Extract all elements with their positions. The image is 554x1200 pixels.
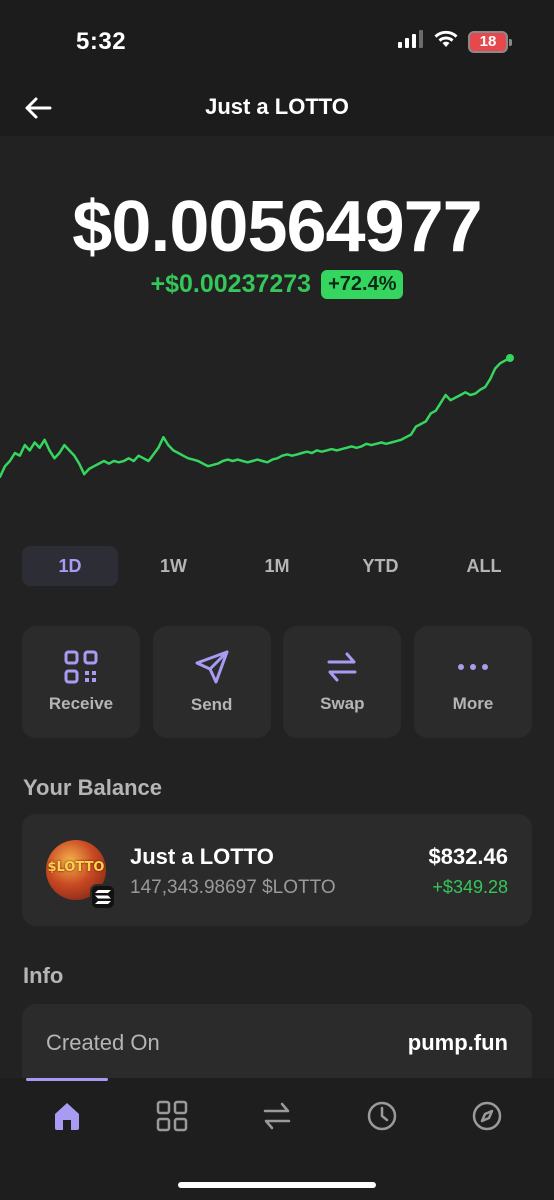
more-icon xyxy=(457,664,488,670)
battery-icon: 18 xyxy=(468,30,512,53)
range-tab-1m[interactable]: 1M xyxy=(229,546,325,586)
action-buttons: Receive Send Swap More xyxy=(22,626,532,738)
info-value[interactable]: pump.fun xyxy=(408,1030,508,1056)
clock-icon xyxy=(367,1101,397,1131)
price-change-badge: +72.4% xyxy=(321,270,404,299)
signal-icon xyxy=(398,30,424,53)
range-tab-1w[interactable]: 1W xyxy=(126,546,222,586)
token-name: Just a LOTTO xyxy=(130,844,274,869)
send-label: Send xyxy=(190,695,233,714)
swap-icon xyxy=(263,1102,291,1130)
solana-icon xyxy=(90,884,116,910)
token-value-change: +$349.28 xyxy=(432,877,508,897)
token-price: $0.00564977 xyxy=(72,187,482,267)
page-title: Just a LOTTO xyxy=(205,94,349,119)
price-chart-line xyxy=(0,356,512,479)
token-value: $832.46 xyxy=(428,844,508,869)
send-button[interactable]: Send xyxy=(152,626,271,738)
swap-button[interactable]: Swap xyxy=(283,626,402,738)
qr-code-icon xyxy=(64,650,98,684)
tab-home[interactable] xyxy=(37,1096,97,1136)
status-bar: 5:32 18 xyxy=(0,0,554,80)
send-icon xyxy=(195,650,229,684)
range-tab-ytd[interactable]: YTD xyxy=(333,546,429,586)
swap-label: Swap xyxy=(320,694,365,713)
wifi-icon xyxy=(434,30,458,53)
tab-activity[interactable] xyxy=(352,1096,412,1136)
home-indicator xyxy=(178,1182,376,1188)
price-change-value: +$0.00237273 xyxy=(150,270,312,298)
info-row-created-on: Created On pump.fun xyxy=(22,1004,532,1078)
status-time: 5:32 xyxy=(76,28,127,55)
price-chart[interactable] xyxy=(0,340,554,520)
compass-icon xyxy=(472,1101,502,1131)
price-change-row: +$0.00237273 +72.4% xyxy=(0,270,554,299)
tab-swap[interactable] xyxy=(247,1096,307,1136)
balance-section-title: Your Balance xyxy=(23,775,162,800)
more-button[interactable]: More xyxy=(413,626,532,738)
token-balance-row[interactable]: $LOTTO Just a LOTTO 147,343.98697 $LOTTO… xyxy=(22,814,532,926)
token-amount: 147,343.98697 $LOTTO xyxy=(130,877,336,898)
info-section-title: Info xyxy=(23,963,64,988)
range-tabs: 1D 1W 1M YTD ALL xyxy=(22,546,532,586)
token-avatar-text: $LOTTO xyxy=(47,860,105,875)
range-tab-all[interactable]: ALL xyxy=(436,546,532,586)
nav-bar: Just a LOTTO xyxy=(0,80,554,136)
receive-label: Receive xyxy=(48,694,114,713)
grid-icon xyxy=(156,1100,188,1132)
price-chart-endpoint xyxy=(506,354,514,362)
status-icons: 18 xyxy=(398,30,512,53)
home-icon xyxy=(55,1103,79,1130)
info-label: Created On xyxy=(46,1030,160,1055)
range-tab-1d[interactable]: 1D xyxy=(22,546,118,586)
more-label: More xyxy=(452,694,494,713)
tab-explore[interactable] xyxy=(457,1096,517,1136)
active-tab-indicator xyxy=(26,1078,108,1081)
tab-collectibles[interactable] xyxy=(142,1096,202,1136)
receive-button[interactable]: Receive xyxy=(22,626,140,738)
swap-icon xyxy=(327,652,357,682)
